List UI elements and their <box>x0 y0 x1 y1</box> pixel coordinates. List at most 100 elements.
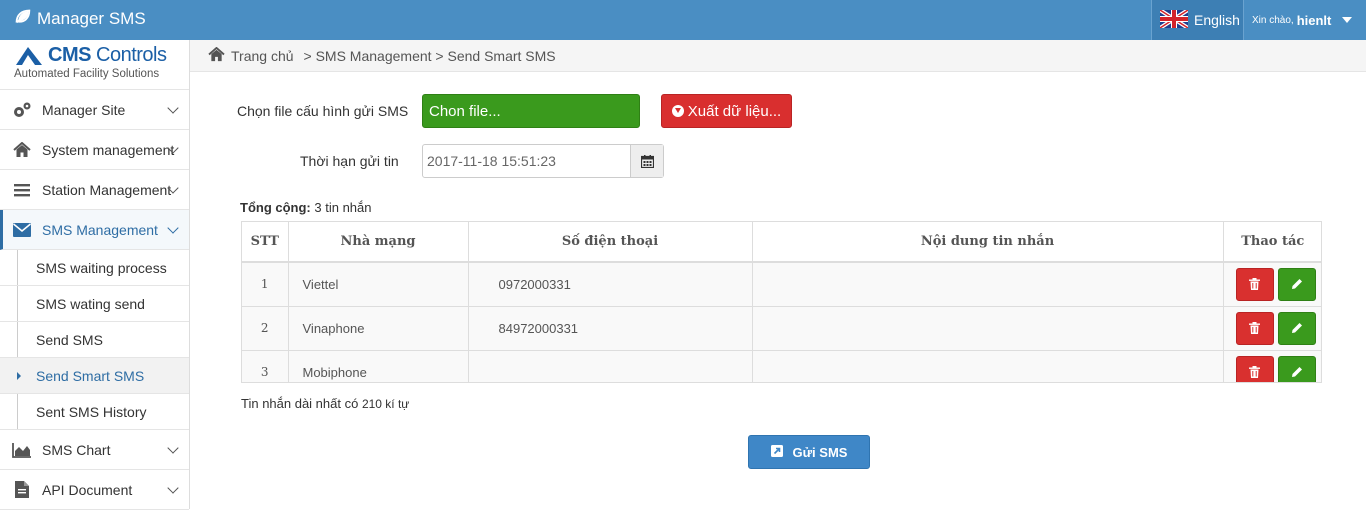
cell-phone: 84972000331 <box>468 306 753 351</box>
app-brand[interactable]: Manager SMS <box>14 8 146 30</box>
sidebar-item-label: Manager Site <box>42 101 126 118</box>
user-menu[interactable]: Xin chào, hienlt <box>1243 0 1366 40</box>
sms-table: STT Nhà mạng Số điện thoại Nội dung tin … <box>241 221 1322 383</box>
pencil-icon <box>1291 279 1302 290</box>
chevron-down-icon <box>167 442 179 454</box>
language-selector[interactable]: English <box>1151 0 1243 40</box>
sidebar-item-manager-site[interactable]: Manager Site <box>0 90 189 130</box>
sub-item-label: SMS wating send <box>36 295 145 312</box>
chevron-down-icon <box>167 482 179 494</box>
area-chart-icon <box>12 441 32 459</box>
home-icon[interactable] <box>208 46 225 65</box>
sub-item-label: Sent SMS History <box>36 403 147 420</box>
download-icon <box>671 105 684 117</box>
app-title: Manager SMS <box>37 9 146 28</box>
greeting-text: Xin chào, <box>1252 14 1294 26</box>
gears-icon <box>12 101 32 119</box>
cell-phone: 0972000331 <box>468 262 753 307</box>
column-header: Nội dung tin nhắn <box>752 222 1224 263</box>
cell-stt: 1 <box>242 262 289 307</box>
cell-stt: 2 <box>242 306 289 351</box>
language-label: English <box>1194 12 1240 28</box>
logo-tagline: Automated Facility Solutions <box>14 68 160 80</box>
calendar-icon[interactable] <box>630 145 663 177</box>
table-row: 2 Vinaphone 84972000331 <box>242 306 1321 351</box>
company-logo: CMS Controls Automated Facility Solution… <box>0 40 189 90</box>
max-length-info: Tin nhắn dài nhất có 210 kí tự <box>241 396 409 411</box>
send-sms-button[interactable]: Gửi SMS <box>748 435 870 469</box>
cell-network: Vinaphone <box>288 306 469 351</box>
column-header: Số điện thoại <box>468 222 753 263</box>
max-length-label: Tin nhắn dài nhất có <box>241 396 359 411</box>
sidebar-item-sms-management[interactable]: SMS Management <box>0 210 189 250</box>
column-header: STT <box>242 222 289 263</box>
edit-button[interactable] <box>1277 267 1316 301</box>
table-row: 3 Mobiphone <box>242 350 1321 382</box>
cell-actions <box>1223 306 1321 351</box>
cell-stt: 3 <box>242 350 289 382</box>
export-data-label: Xuất dữ liệu... <box>687 102 782 120</box>
trash-icon <box>1249 366 1260 378</box>
cell-content <box>752 262 1224 307</box>
cell-network: Mobiphone <box>288 350 469 382</box>
breadcrumb-home-link[interactable]: Trang chủ <box>231 48 294 64</box>
chevron-down-icon <box>167 102 179 114</box>
cell-network: Viettel <box>288 262 469 307</box>
pencil-icon <box>1291 323 1302 333</box>
sub-item-sms-wating-send[interactable]: SMS wating send <box>0 286 189 322</box>
sidebar-item-label: SMS Management <box>42 221 158 238</box>
total-summary: Tổng cộng: 3 tin nhắn <box>240 200 372 215</box>
sidebar-item-sms-chart[interactable]: SMS Chart <box>0 430 189 470</box>
bars-icon <box>12 181 32 199</box>
pencil-icon <box>1291 367 1302 377</box>
edit-button[interactable] <box>1277 311 1316 345</box>
edit-button[interactable] <box>1277 355 1316 382</box>
file-icon <box>12 481 32 499</box>
table-row: 1 Viettel 0972000331 <box>242 262 1321 307</box>
sidebar-item-system-management[interactable]: System management <box>0 130 189 170</box>
sub-item-label: SMS waiting process <box>36 259 167 276</box>
main-content: Trang chủ > SMS Management > Send Smart … <box>190 40 1366 509</box>
cell-actions <box>1223 262 1321 307</box>
cms-logo-icon <box>16 46 42 65</box>
column-header: Nhà mạng <box>288 222 469 263</box>
export-data-button[interactable]: Xuất dữ liệu... <box>661 94 792 128</box>
logo-name-rest: Controls <box>96 44 167 66</box>
delete-button[interactable] <box>1235 355 1274 382</box>
cell-phone <box>468 350 753 382</box>
delete-button[interactable] <box>1235 311 1274 345</box>
choose-file-button[interactable]: Chon file... <box>422 94 640 128</box>
sub-item-label: Send SMS <box>36 331 103 348</box>
home-icon <box>12 141 32 159</box>
table-header-row: STT Nhà mạng Số điện thoại Nội dung tin … <box>242 222 1321 263</box>
sub-item-sent-sms-history[interactable]: Sent SMS History <box>0 394 189 430</box>
caret-down-icon <box>1342 17 1353 23</box>
breadcrumb-path: > SMS Management > Send Smart SMS <box>303 47 556 64</box>
column-header: Thao tác <box>1223 222 1321 263</box>
trash-icon <box>1249 278 1260 291</box>
chevron-down-icon <box>167 222 179 234</box>
sidebar-item-api-document[interactable]: API Document <box>0 470 189 510</box>
file-config-label: Chọn file cấu hình gửi SMS <box>237 103 409 119</box>
sub-item-send-smart-sms[interactable]: Send Smart SMS <box>0 358 189 394</box>
username: hienlt <box>1296 12 1332 28</box>
sidebar-item-label: System management <box>42 141 175 158</box>
sub-item-sms-waiting-process[interactable]: SMS waiting process <box>0 250 189 286</box>
leaf-icon <box>14 8 31 30</box>
trash-icon <box>1249 322 1260 334</box>
sub-item-send-sms[interactable]: Send SMS <box>0 322 189 358</box>
max-length-value: 210 kí tự <box>361 397 410 411</box>
sidebar-item-label: Station Management <box>42 181 172 198</box>
cell-content <box>752 350 1224 382</box>
logo-name-bold: CMS <box>48 44 91 66</box>
sidebar-item-station-management[interactable]: Station Management <box>0 170 189 210</box>
sidebar-item-label: SMS Chart <box>42 441 111 458</box>
deadline-value: 2017-11-18 15:51:23 <box>427 153 556 169</box>
uk-flag-icon <box>1158 7 1190 31</box>
caret-right-icon <box>17 372 21 380</box>
sub-item-label: Send Smart SMS <box>36 367 145 384</box>
deadline-label: Thời hạn gửi tin <box>300 153 399 169</box>
delete-button[interactable] <box>1235 267 1274 301</box>
deadline-datetime-input[interactable]: 2017-11-18 15:51:23 <box>422 144 664 178</box>
sidebar: CMS Controls Automated Facility Solution… <box>0 40 190 510</box>
